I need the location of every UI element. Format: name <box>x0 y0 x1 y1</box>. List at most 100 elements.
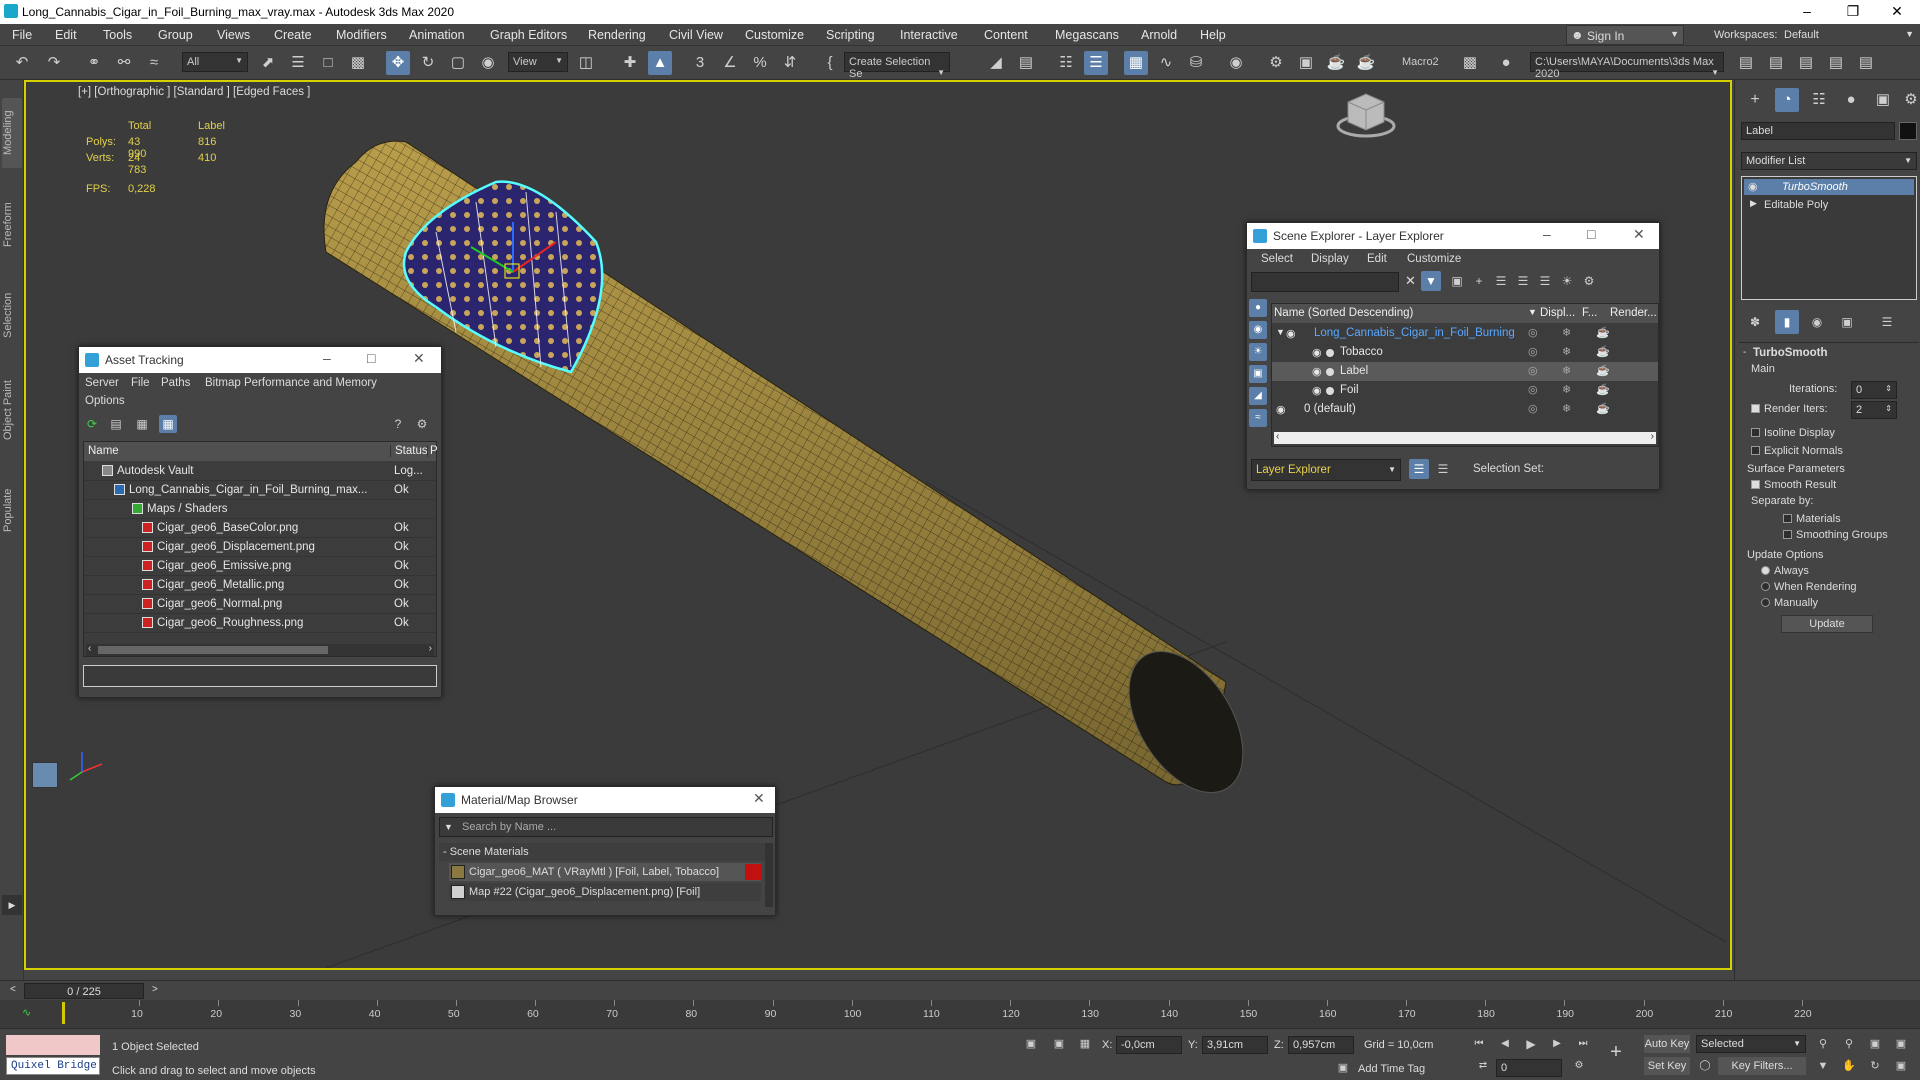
hierarchy-tab-icon[interactable]: ☷ <box>1807 88 1831 112</box>
curve-editor-mini-icon[interactable]: ∿ <box>22 1006 31 1019</box>
play-icon[interactable]: ▶ <box>1522 1035 1540 1053</box>
render-iters-spinner[interactable]: 2 ⇕ <box>1851 401 1897 419</box>
menu-paths[interactable]: Paths <box>161 377 190 389</box>
scroll-right-icon[interactable]: › <box>1651 431 1654 442</box>
workspace-dropdown[interactable]: Default ▼ <box>1780 26 1918 44</box>
hierarchy-mode-icon[interactable]: ☰ <box>1433 459 1453 479</box>
smoothing-groups-checkbox[interactable] <box>1783 530 1792 539</box>
edit-named-selection-icon[interactable]: { <box>818 51 842 75</box>
freeze-icon[interactable]: ❄ <box>1562 364 1571 377</box>
render-iters-checkbox[interactable] <box>1751 404 1760 413</box>
zoom-extents-icon[interactable]: ▣ <box>1866 1035 1884 1053</box>
spinner-arrows-icon[interactable]: ⇕ <box>1885 384 1892 393</box>
smooth-result-row[interactable]: Smooth Result <box>1751 479 1836 491</box>
layer-row[interactable]: ◉ 0 (default) ◎ ❄ ☕ <box>1272 400 1658 419</box>
configure-sets-icon[interactable]: ☰ <box>1875 310 1899 334</box>
display-tab-icon[interactable]: ▣ <box>1871 88 1895 112</box>
display-icon[interactable]: ◎ <box>1528 345 1538 358</box>
menu-customize[interactable]: Customize <box>1407 253 1461 265</box>
smoothing-groups-row[interactable]: Smoothing Groups <box>1783 529 1888 541</box>
visibility-eye-icon[interactable]: ◉ <box>1312 365 1322 378</box>
rectangular-selection-icon[interactable]: □ <box>316 51 340 75</box>
filter-icon[interactable]: ▼ <box>1421 271 1441 291</box>
expand-icon[interactable]: ▶ <box>1750 198 1757 209</box>
freeze-icon[interactable]: ❄ <box>1562 383 1571 396</box>
redo-icon[interactable]: ↷ <box>42 51 66 75</box>
create-tab-icon[interactable]: + <box>1743 88 1767 112</box>
menu-modifiers[interactable]: Modifiers <box>336 28 387 42</box>
display-cameras-icon[interactable]: ▣ <box>1249 365 1267 383</box>
isolate-selection-icon[interactable]: ▣ <box>1022 1035 1040 1053</box>
when-rendering-row[interactable]: When Rendering <box>1761 581 1857 593</box>
hierarchy-icon[interactable]: ☰ <box>1513 271 1533 291</box>
freeze-icon[interactable]: ❄ <box>1562 402 1571 415</box>
bind-spacewarp-icon[interactable]: ≈ <box>142 51 166 75</box>
menu-animation[interactable]: Animation <box>409 28 465 42</box>
modifier-editable-poly[interactable]: ▶ Editable Poly <box>1744 197 1914 213</box>
material-editor-icon[interactable]: ◉ <box>1224 51 1248 75</box>
menu-file[interactable]: File <box>12 28 32 42</box>
render-production-icon[interactable]: ☕ <box>1324 51 1348 75</box>
refresh-icon[interactable]: ⟳ <box>83 415 101 433</box>
scroll-left-icon[interactable]: ‹ <box>1276 431 1279 442</box>
material-browser-titlebar[interactable]: Material/Map Browser ✕ <box>435 787 775 813</box>
spinner-snap-icon[interactable]: ⇵ <box>778 51 802 75</box>
close-icon[interactable]: ✕ <box>1633 226 1645 243</box>
scroll-left-icon[interactable]: ‹ <box>88 643 91 654</box>
go-to-start-icon[interactable]: ⏮ <box>1470 1035 1488 1053</box>
zoom-icon[interactable]: ⚲ <box>1814 1035 1832 1053</box>
layer-row[interactable]: ◉ Tobacco ◎ ❄ ☕ <box>1272 343 1658 362</box>
spinner-arrows-icon[interactable]: ⇕ <box>1885 404 1892 413</box>
viewport-label-menu[interactable]: [+] [Orthographic ] [Standard ] [Edged F… <box>78 86 310 98</box>
column-freeze[interactable]: F... <box>1582 307 1597 319</box>
rollout-title[interactable]: TurboSmooth <box>1753 347 1828 359</box>
display-none-icon[interactable]: ● <box>1249 299 1267 317</box>
table-row[interactable]: Long_Cannabis_Cigar_in_Foil_Burning_max.… <box>84 481 436 500</box>
sign-in-button[interactable]: ☻ Sign In ▼ <box>1566 25 1684 45</box>
smooth-result-checkbox[interactable] <box>1751 480 1760 489</box>
menu-group[interactable]: Group <box>158 28 193 42</box>
field-of-view-icon[interactable]: ▼ <box>1814 1057 1832 1075</box>
menu-arnold[interactable]: Arnold <box>1141 28 1177 42</box>
tab-populate[interactable]: Populate <box>2 480 22 540</box>
isoline-row[interactable]: Isoline Display <box>1751 427 1835 439</box>
column-status[interactable]: Status <box>390 445 428 457</box>
percent-snap-icon[interactable]: % <box>748 51 772 75</box>
next-frame-icon[interactable]: > <box>152 984 158 995</box>
render-iters-row[interactable]: Render Iters: <box>1751 403 1828 415</box>
menu-customize[interactable]: Customize <box>745 28 804 42</box>
clear-search-icon[interactable]: ✕ <box>1405 273 1416 289</box>
render-iterative-icon[interactable]: ☕ <box>1354 51 1378 75</box>
previous-key-icon[interactable]: ◀ <box>1496 1035 1514 1053</box>
freeze-icon[interactable]: ❄ <box>1562 345 1571 358</box>
isoline-checkbox[interactable] <box>1751 428 1760 437</box>
object-color-swatch[interactable] <box>1899 122 1917 140</box>
select-object-icon[interactable]: ⬈ <box>256 51 280 75</box>
project-settings-icon[interactable]: ▤ <box>1854 51 1878 75</box>
render-icon[interactable]: ☕ <box>1596 326 1610 339</box>
display-icon[interactable]: ◎ <box>1528 402 1538 415</box>
explicit-normals-row[interactable]: Explicit Normals <box>1751 445 1843 457</box>
set-keys-icon[interactable]: + <box>1600 1035 1632 1069</box>
time-marker[interactable] <box>62 1002 65 1024</box>
scene-materials-section[interactable]: - Scene Materials <box>439 843 769 861</box>
horizontal-scrollbar[interactable]: ‹ › <box>1274 431 1656 444</box>
display-icon[interactable]: ◎ <box>1528 383 1538 396</box>
key-set-dropdown[interactable]: Selected ▼ <box>1696 1035 1806 1053</box>
display-lights-icon[interactable]: ☀ <box>1249 343 1267 361</box>
column-render[interactable]: Render... <box>1610 307 1657 319</box>
visibility-eye-icon[interactable]: ◉ <box>1286 327 1296 340</box>
toggle-layer-explorer-icon[interactable]: ☰ <box>1084 51 1108 75</box>
menu-help[interactable]: Help <box>1200 28 1226 42</box>
next-key-icon[interactable]: ▶ <box>1548 1035 1566 1053</box>
show-end-result-icon[interactable]: ▮ <box>1775 310 1799 334</box>
utilities-tab-icon[interactable]: ⚙ <box>1899 88 1920 112</box>
menu-megascans[interactable]: Megascans <box>1055 28 1119 42</box>
menu-select[interactable]: Select <box>1261 253 1293 265</box>
key-filter-icon[interactable]: ◯ <box>1696 1057 1714 1075</box>
table-row[interactable]: Cigar_geo6_Roughness.png Ok <box>84 614 436 633</box>
table-view-icon[interactable]: ▦ <box>133 415 151 433</box>
table-row[interactable]: Autodesk Vault Log... <box>84 462 436 481</box>
tab-object-paint[interactable]: Object Paint <box>2 370 22 450</box>
motion-tab-icon[interactable]: ● <box>1839 88 1863 112</box>
